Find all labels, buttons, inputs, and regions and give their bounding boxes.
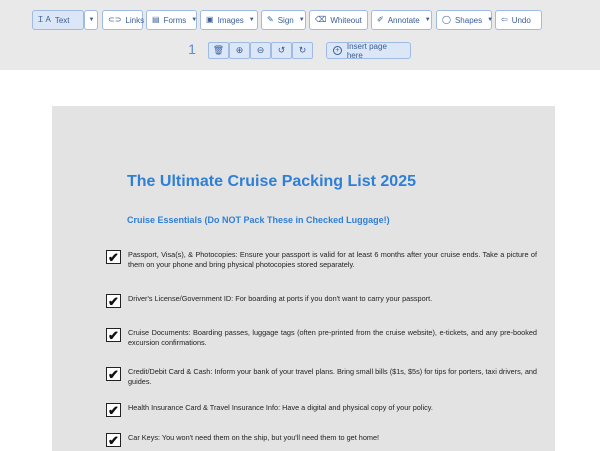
checklist-item-text: Passport, Visa(s), & Photocopies: Ensure… [128,250,537,269]
annotate-button[interactable]: ✐ Annotate ▼ [371,10,432,30]
checklist-item-text: Car Keys: You won't need them on the shi… [128,433,380,442]
check-mark-icon: ✔ [108,366,119,382]
toolbar-area: Ꮖ A Text ▼ ⊂⊃ Links ▤ Forms ▼ ▣ Images ▼… [0,0,600,70]
text-tool-dropdown[interactable]: ▼ [84,10,98,30]
checklist-item-text: Credit/Debit Card & Cash: Inform your ba… [128,367,537,386]
check-mark-icon: ✔ [108,293,119,309]
forms-button[interactable]: ▤ Forms ▼ [146,10,197,30]
chevron-down-icon: ▼ [88,17,95,23]
checklist-item-text: Cruise Documents: Boarding passes, lugga… [128,328,537,347]
pdf-page[interactable]: The Ultimate Cruise Packing List 2025 Cr… [52,106,555,451]
text-tool-button[interactable]: Ꮖ A Text [32,10,84,30]
link-icon: ⊂⊃ [108,15,122,24]
page-controls: 1 🗑 ⊕ ⊖ ↺ ↻ + Insert page here [0,41,600,60]
document-subtitle: Cruise Essentials (Do NOT Pack These in … [127,215,390,225]
delete-page-button[interactable]: 🗑 [208,42,229,59]
shapes-icon: ◯ [442,15,451,24]
page-number: 1 [188,41,196,57]
checkbox[interactable]: ✔ [106,328,121,342]
checklist-item-text: Driver's License/Government ID: For boar… [128,294,433,303]
chevron-down-icon: ▼ [298,17,305,23]
checkbox[interactable]: ✔ [106,403,121,417]
text-cursor-icon: Ꮖ A [38,15,51,24]
checkbox[interactable]: ✔ [106,250,121,264]
main-toolbar: Ꮖ A Text ▼ ⊂⊃ Links ▤ Forms ▼ ▣ Images ▼… [0,10,600,30]
check-mark-icon: ✔ [108,402,119,418]
trash-icon: 🗑 [212,45,225,55]
pen-icon: ✎ [267,15,274,24]
check-mark-icon: ✔ [108,327,119,343]
check-mark-icon: ✔ [108,432,119,448]
rotate-left-button[interactable]: ↺ [271,42,292,59]
chevron-down-icon: ▼ [424,17,431,23]
checklist-item: ✔ Passport, Visa(s), & Photocopies: Ensu… [106,250,537,280]
checkbox[interactable]: ✔ [106,367,121,381]
checklist-item: ✔ Driver's License/Government ID: For bo… [106,294,537,308]
plus-circle-icon: + [333,46,342,55]
eraser-icon: ⌫ [315,15,327,24]
pencil-icon: ✐ [377,15,384,24]
rotate-right-button[interactable]: ↻ [292,42,313,59]
document-title: The Ultimate Cruise Packing List 2025 [127,173,416,190]
zoom-in-icon: ⊕ [235,45,244,55]
chevron-down-icon: ▼ [191,17,198,23]
zoom-out-icon: ⊖ [256,45,265,55]
shapes-button[interactable]: ◯ Shapes ▼ [436,10,494,30]
rotate-right-icon: ↻ [298,45,307,55]
form-icon: ▤ [152,15,160,24]
checkbox[interactable]: ✔ [106,433,121,447]
insert-page-button[interactable]: + Insert page here [326,42,411,60]
image-icon: ▣ [206,15,214,24]
chevron-down-icon: ▼ [248,17,255,23]
check-mark-icon: ✔ [108,249,119,265]
zoom-in-button[interactable]: ⊕ [229,42,250,59]
undo-icon: ⇦ [501,15,508,24]
document-canvas: The Ultimate Cruise Packing List 2025 Cr… [0,70,600,451]
checkbox[interactable]: ✔ [106,294,121,308]
links-button[interactable]: ⊂⊃ Links [102,10,144,30]
undo-button[interactable]: ⇦ Undo [495,10,542,30]
rotate-left-icon: ↺ [277,45,286,55]
checklist-item: ✔ Car Keys: You won't need them on the s… [106,433,537,447]
checklist-item: ✔ Health Insurance Card & Travel Insuran… [106,403,537,417]
checklist-item: ✔ Cruise Documents: Boarding passes, lug… [106,328,537,348]
zoom-out-button[interactable]: ⊖ [250,42,271,59]
whiteout-button[interactable]: ⌫ Whiteout [309,10,368,30]
sign-button[interactable]: ✎ Sign ▼ [261,10,306,30]
chevron-down-icon: ▼ [487,17,494,23]
images-button[interactable]: ▣ Images ▼ [200,10,258,30]
checklist-item-text: Health Insurance Card & Travel Insurance… [128,403,433,412]
checklist-item: ✔ Credit/Debit Card & Cash: Inform your … [106,367,537,387]
